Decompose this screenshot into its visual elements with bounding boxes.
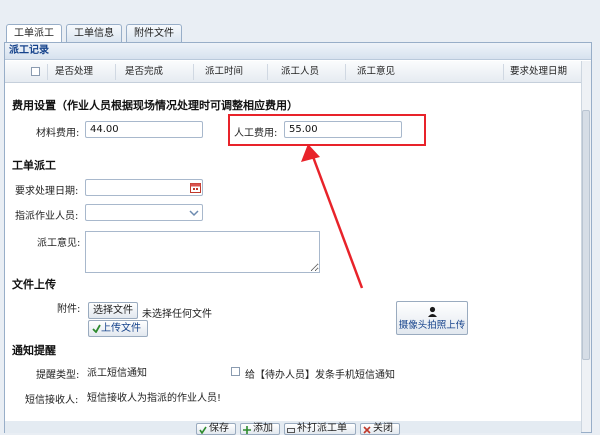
assign-worker-label: 指派作业人员:	[15, 211, 79, 222]
sms-receiver-label: 短信接收人:	[25, 395, 79, 406]
save-button[interactable]: 保存	[196, 423, 236, 435]
choose-file-button[interactable]: 选择文件	[88, 302, 138, 319]
upload-file-button[interactable]: 上传文件	[88, 320, 148, 337]
required-date-input[interactable]	[85, 179, 203, 196]
notify-type-value: 派工短信通知	[87, 368, 147, 379]
supplement-print-label: 补打派工单	[297, 423, 347, 434]
dispatch-opinion-textarea[interactable]	[85, 231, 320, 273]
camera-upload-button[interactable]: 摄像头拍照上传	[396, 301, 468, 335]
notify-type-label: 提醒类型:	[36, 370, 80, 381]
attachment-label: 附件:	[57, 304, 81, 315]
dispatch-section-title: 工单派工	[12, 159, 56, 172]
dispatch-opinion-label: 派工意见:	[37, 238, 81, 249]
calendar-icon[interactable]	[190, 182, 201, 193]
add-label: 添加	[253, 423, 273, 434]
save-label: 保存	[209, 423, 229, 434]
assign-worker-select[interactable]	[85, 204, 203, 221]
add-button[interactable]: 添加	[240, 423, 280, 435]
upload-section-title: 文件上传	[12, 278, 56, 291]
sms-notify-checkbox[interactable]	[231, 367, 240, 376]
notify-section-title: 通知提醒	[12, 344, 56, 357]
user-icon	[428, 306, 437, 317]
check-icon	[92, 324, 101, 333]
no-file-text: 未选择任何文件	[142, 309, 212, 320]
camera-upload-label: 摄像头拍照上传	[398, 320, 466, 331]
close-button[interactable]: 关闭	[360, 423, 400, 435]
scrollbar-thumb[interactable]	[582, 110, 590, 360]
close-label: 关闭	[373, 423, 393, 434]
sms-notify-label: 给【待办人员】发条手机短信通知	[245, 370, 395, 381]
sms-receiver-value: 短信接收人为指派的作业人员!	[87, 393, 222, 404]
required-date-label: 要求处理日期:	[15, 186, 79, 197]
supplement-print-button[interactable]: 补打派工单	[284, 423, 356, 435]
chevron-down-icon[interactable]	[189, 209, 199, 217]
upload-file-label: 上传文件	[101, 323, 141, 334]
